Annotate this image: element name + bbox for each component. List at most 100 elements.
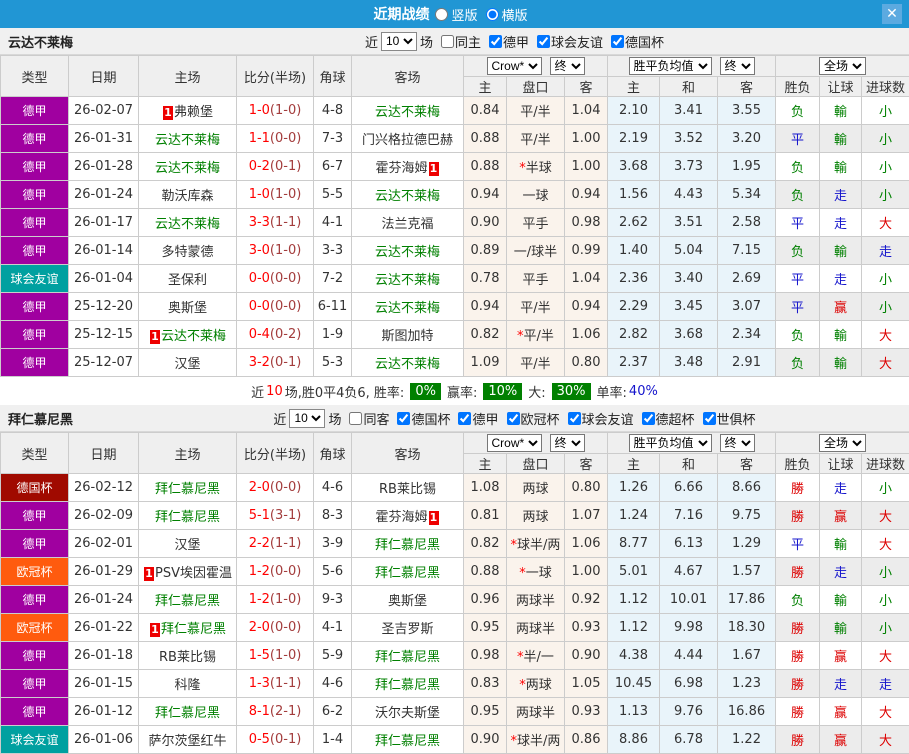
- over-rate-label: 大:: [528, 382, 545, 401]
- close-button[interactable]: ✕: [882, 4, 902, 24]
- result-goals: 小: [862, 586, 909, 614]
- odds-source-select[interactable]: Crow*: [487, 57, 542, 75]
- league-filter-checkbox[interactable]: 德甲: [484, 32, 529, 51]
- same-venue-checkbox-input[interactable]: [349, 412, 362, 425]
- sub-column-header: 主: [464, 454, 507, 474]
- league-filter-checkbox[interactable]: 德甲: [453, 409, 498, 428]
- red-card-icon: 1: [144, 567, 154, 581]
- avg-home: 10.45: [608, 670, 660, 698]
- odds-away: 0.80: [565, 349, 608, 377]
- avg-type-select[interactable]: 胜平负均值: [629, 57, 712, 75]
- scope-select[interactable]: 全场: [819, 434, 866, 452]
- handicap-line: *球半/两: [507, 530, 565, 558]
- handicap-text: 平/半: [520, 105, 550, 120]
- league-filter-checkbox-input[interactable]: [458, 412, 471, 425]
- halftime-score: (1-1): [270, 215, 301, 230]
- odds-source-select[interactable]: Crow*: [487, 434, 542, 452]
- odds-away: 0.90: [565, 642, 608, 670]
- halftime-score: (0-0): [270, 620, 301, 635]
- league-filter-checkbox[interactable]: 德国杯: [392, 409, 450, 428]
- league-filter-checkbox-input[interactable]: [568, 412, 581, 425]
- odds-time-select[interactable]: 终: [550, 57, 585, 75]
- table-row: 德甲26-01-24拜仁慕尼黑1-2(1-0)9-3奥斯堡0.96两球半0.92…: [1, 586, 909, 614]
- away-team: 圣吉罗斯: [352, 614, 464, 642]
- avg-away: 2.69: [718, 265, 776, 293]
- halftime-score: (0-2): [270, 327, 301, 342]
- avg-time-select[interactable]: 终: [720, 434, 755, 452]
- scope-header-group: 全场: [776, 56, 909, 77]
- league-filter-checkbox-input[interactable]: [489, 35, 502, 48]
- radio-input[interactable]: [435, 8, 448, 21]
- table-row: 德甲26-01-14多特蒙德3-0(1-0)3-3云达不莱梅0.89一/球半0.…: [1, 237, 909, 265]
- summary-pre: 近: [251, 382, 264, 401]
- halftime-score: (1-0): [270, 592, 301, 607]
- away-team-name: 圣吉罗斯: [381, 622, 433, 637]
- league-filter-checkbox[interactable]: 球会友谊: [532, 32, 603, 51]
- result-handicap: 赢: [820, 502, 862, 530]
- away-team-name: 云达不莱梅: [375, 189, 440, 204]
- halftime-score: (0-1): [270, 159, 301, 174]
- odds-away: 1.00: [565, 558, 608, 586]
- league-filter-checkbox[interactable]: 德超杯: [637, 409, 695, 428]
- corner-count: 6-2: [314, 698, 352, 726]
- corner-count: 5-3: [314, 349, 352, 377]
- version-radio-竖版[interactable]: 竖版: [435, 5, 477, 24]
- near-label: 近: [273, 409, 286, 428]
- league-filter-checkbox-input[interactable]: [397, 412, 410, 425]
- corner-count: 4-8: [314, 97, 352, 125]
- fulltime-score: 0-4: [249, 327, 270, 342]
- league-filter-checkbox-input[interactable]: [703, 412, 716, 425]
- match-date: 26-02-01: [69, 530, 139, 558]
- table-row: 德甲25-12-151云达不莱梅0-4(0-2)1-9斯图加特0.82*平/半1…: [1, 321, 909, 349]
- handicap-line: *半/一: [507, 642, 565, 670]
- result-handicap: 赢: [820, 726, 862, 754]
- league-filter-checkbox[interactable]: 德国杯: [606, 32, 664, 51]
- handicap-line: *一球: [507, 558, 565, 586]
- score: 1-2(0-0): [237, 558, 314, 586]
- league-filter-checkbox-input[interactable]: [507, 412, 520, 425]
- odds-time-select[interactable]: 终: [550, 434, 585, 452]
- corner-count: 1-4: [314, 726, 352, 754]
- fulltime-score: 0-5: [249, 732, 270, 747]
- scope-select[interactable]: 全场: [819, 57, 866, 75]
- odds-home: 0.78: [464, 265, 507, 293]
- radio-input[interactable]: [486, 8, 499, 21]
- sub-column-header: 主: [608, 454, 660, 474]
- result-outcome: 勝: [776, 614, 820, 642]
- score: 3-3(1-1): [237, 209, 314, 237]
- version-radio-横版[interactable]: 横版: [486, 5, 528, 24]
- match-date: 25-12-20: [69, 293, 139, 321]
- result-outcome: 平: [776, 209, 820, 237]
- league-badge: 德甲: [1, 502, 69, 530]
- match-count-select[interactable]: 10: [289, 409, 325, 428]
- corner-count: 1-9: [314, 321, 352, 349]
- score: 2-0(0-0): [237, 614, 314, 642]
- result-goals: 大: [862, 726, 909, 754]
- league-filter-checkbox-input[interactable]: [537, 35, 550, 48]
- handicap-line: 平手: [507, 265, 565, 293]
- result-handicap: 輸: [820, 530, 862, 558]
- league-filter-checkbox-input[interactable]: [642, 412, 655, 425]
- odds-away: 0.99: [565, 237, 608, 265]
- same-venue-checkbox[interactable]: 同客: [344, 409, 389, 428]
- league-filter-checkbox[interactable]: 世俱杯: [698, 409, 756, 428]
- match-count-select[interactable]: 10: [381, 32, 417, 51]
- league-filter-checkbox[interactable]: 欧冠杯: [502, 409, 560, 428]
- same-venue-checkbox[interactable]: 同主: [436, 32, 481, 51]
- avg-type-select[interactable]: 胜平负均值: [629, 434, 712, 452]
- handicap-text: 一球: [526, 566, 552, 581]
- score: 1-1(0-0): [237, 125, 314, 153]
- fulltime-score: 1-2: [249, 564, 270, 579]
- league-filter-checkbox[interactable]: 球会友谊: [563, 409, 634, 428]
- handicap-text: 球半/两: [517, 538, 560, 553]
- league-badge: 德甲: [1, 153, 69, 181]
- league-badge: 德甲: [1, 237, 69, 265]
- handicap-rate-label: 赢率:: [447, 382, 477, 401]
- same-venue-checkbox-input[interactable]: [441, 35, 454, 48]
- result-outcome: 勝: [776, 558, 820, 586]
- handicap-line: *两球: [507, 670, 565, 698]
- avg-time-select[interactable]: 终: [720, 57, 755, 75]
- avg-header-group: 胜平负均值终: [608, 56, 776, 77]
- league-filter-checkbox-input[interactable]: [611, 35, 624, 48]
- avg-away: 2.58: [718, 209, 776, 237]
